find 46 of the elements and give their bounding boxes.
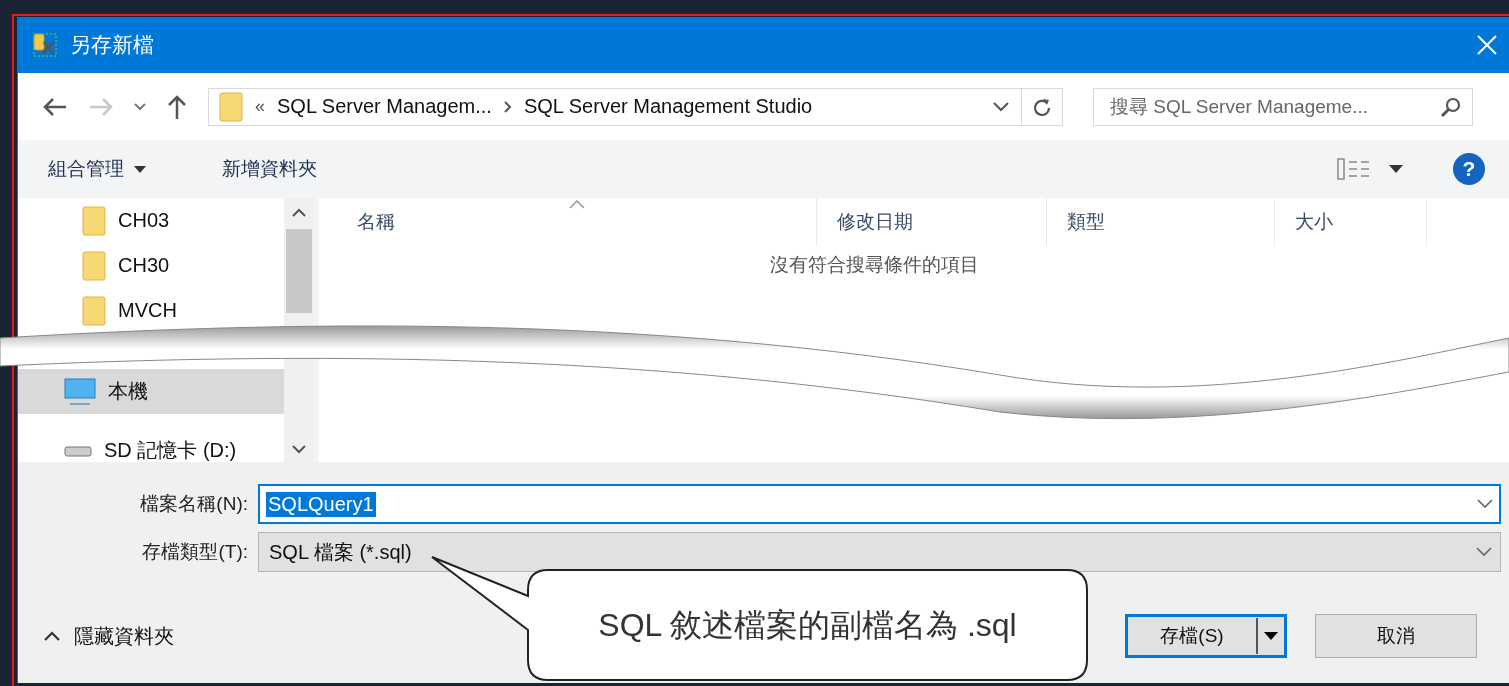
- up-arrow-icon[interactable]: [166, 93, 188, 120]
- chevron-right-icon[interactable]: [503, 100, 512, 113]
- scroll-down-icon[interactable]: [292, 445, 306, 454]
- search-field[interactable]: 搜尋 SQL Server Manageme...: [1093, 87, 1473, 126]
- app-icon: [32, 32, 58, 58]
- toolbar-button[interactable]: 新增資料夾: [214, 150, 325, 188]
- folder-icon: [82, 250, 106, 281]
- dialog-button[interactable]: 存檔(S): [1125, 614, 1287, 658]
- file-type-dropdown[interactable]: SQL 檔案 (*.sql): [258, 532, 1501, 572]
- back-arrow-icon[interactable]: [42, 95, 68, 118]
- nav-item[interactable]: 本機: [18, 369, 284, 414]
- column-header[interactable]: 類型: [1047, 198, 1275, 246]
- monitor-icon: [64, 377, 96, 406]
- column-header[interactable]: 名稱: [337, 198, 817, 246]
- chevron-down-icon[interactable]: [1477, 499, 1493, 509]
- chevron-down-icon[interactable]: [134, 102, 146, 111]
- scroll-up-icon[interactable]: [292, 208, 306, 217]
- empty-message: 沒有符合搜尋條件的項目: [768, 253, 980, 277]
- field-label: 存檔類型(T):: [141, 540, 248, 564]
- field-label: 檔案名稱(N):: [139, 492, 248, 516]
- chevron-down-icon[interactable]: [993, 101, 1009, 112]
- caret-icon[interactable]: [1264, 632, 1278, 640]
- folder-icon: [219, 91, 243, 122]
- overflow-chevrons[interactable]: «: [255, 96, 265, 117]
- hide-folders-button[interactable]: 隱藏資料夾: [18, 622, 174, 650]
- breadcrumb[interactable]: SQL Server Management Studio: [523, 95, 813, 118]
- dialog-button[interactable]: 取消: [1315, 614, 1477, 658]
- chevron-up-icon: [44, 631, 60, 641]
- toolbar-button[interactable]: 組合管理: [40, 150, 154, 188]
- file-name-field[interactable]: SQLQuery1: [258, 484, 1501, 524]
- breadcrumb[interactable]: SQL Server Managem...: [277, 95, 492, 118]
- close-icon[interactable]: [1477, 35, 1497, 55]
- caret-icon[interactable]: [1389, 165, 1403, 173]
- column-header[interactable]: 修改日期: [817, 198, 1047, 246]
- folder-icon: [82, 205, 106, 236]
- folder-icon: [82, 295, 106, 326]
- drive-icon: [64, 444, 92, 457]
- scroll-thumb[interactable]: [286, 229, 312, 313]
- callout-text: SQL 敘述檔案的副檔名為 .sql: [597, 606, 1018, 645]
- address-bar[interactable]: « SQL Server Managem... SQL Server Management Studio: [208, 87, 1063, 126]
- chevron-down-icon: [1476, 547, 1492, 557]
- search-icon: [1440, 95, 1462, 118]
- window-title: 另存新檔: [70, 32, 154, 58]
- help-button[interactable]: ?: [1453, 153, 1485, 185]
- column-header[interactable]: 大小: [1275, 198, 1427, 246]
- caret-icon: [134, 165, 146, 173]
